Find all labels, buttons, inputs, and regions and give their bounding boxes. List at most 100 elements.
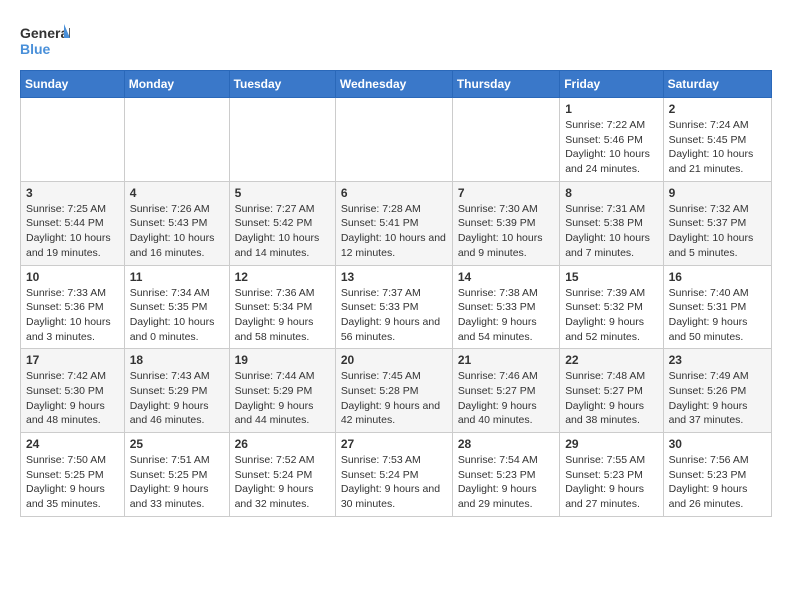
day-number: 20 xyxy=(341,353,447,367)
calendar-cell: 16Sunrise: 7:40 AMSunset: 5:31 PMDayligh… xyxy=(663,265,771,349)
day-info: Sunrise: 7:49 AMSunset: 5:26 PMDaylight:… xyxy=(669,369,766,428)
day-number: 7 xyxy=(458,186,554,200)
calendar-cell: 17 Sunrise: 7:42 AMSunset: 5:30 PMDayligh… xyxy=(21,349,125,433)
day-number: 6 xyxy=(341,186,447,200)
day-info: Sunrise: 7:25 AMSunset: 5:44 PMDaylight:… xyxy=(26,202,119,261)
week-row-2: 3 Sunrise: 7:25 AMSunset: 5:44 PMDaylight… xyxy=(21,181,772,265)
day-number: 28 xyxy=(458,437,554,451)
day-info: Sunrise: 7:48 AMSunset: 5:27 PMDaylight:… xyxy=(565,369,657,428)
calendar-cell: 14 Sunrise: 7:38 AMSunset: 5:33 PMDayligh… xyxy=(452,265,559,349)
day-number: 5 xyxy=(235,186,330,200)
day-info: Sunrise: 7:54 AMSunset: 5:23 PMDaylight:… xyxy=(458,453,554,512)
calendar-cell: 11 Sunrise: 7:34 AMSunset: 5:35 PMDayligh… xyxy=(124,265,229,349)
calendar-cell: 22 Sunrise: 7:48 AMSunset: 5:27 PMDayligh… xyxy=(560,349,663,433)
logo-svg: General Blue xyxy=(20,20,70,60)
calendar-cell xyxy=(21,98,125,182)
day-number: 4 xyxy=(130,186,224,200)
day-number: 26 xyxy=(235,437,330,451)
day-info: Sunrise: 7:37 AMSunset: 5:33 PMDaylight:… xyxy=(341,286,447,345)
calendar-cell: 21 Sunrise: 7:46 AMSunset: 5:27 PMDayligh… xyxy=(452,349,559,433)
day-number: 15 xyxy=(565,270,657,284)
weekday-header-tuesday: Tuesday xyxy=(229,71,335,98)
day-info: Sunrise: 7:24 AMSunset: 5:45 PMDaylight:… xyxy=(669,118,766,177)
calendar-cell: 23 Sunrise: 7:49 AMSunset: 5:26 PMDayligh… xyxy=(663,349,771,433)
day-number: 8 xyxy=(565,186,657,200)
svg-text:General: General xyxy=(20,25,70,41)
day-info: Sunrise: 7:27 AMSunset: 5:42 PMDaylight:… xyxy=(235,202,330,261)
weekday-header-wednesday: Wednesday xyxy=(335,71,452,98)
day-number: 9 xyxy=(669,186,766,200)
calendar-cell: 18Sunrise: 7:43 AMSunset: 5:29 PMDayligh… xyxy=(124,349,229,433)
day-number: 27 xyxy=(341,437,447,451)
day-number: 19 xyxy=(235,353,330,367)
day-info: Sunrise: 7:33 AMSunset: 5:36 PMDaylight:… xyxy=(26,286,119,345)
day-number: 18 xyxy=(130,353,224,367)
day-info: Sunrise: 7:34 AMSunset: 5:35 PMDaylight:… xyxy=(130,286,224,345)
weekday-header-monday: Monday xyxy=(124,71,229,98)
day-info: Sunrise: 7:40 AMSunset: 5:31 PMDaylight:… xyxy=(669,286,766,345)
day-number: 17 xyxy=(26,353,119,367)
calendar-cell: 8 Sunrise: 7:31 AMSunset: 5:38 PMDaylight… xyxy=(560,181,663,265)
calendar-cell: 5 Sunrise: 7:27 AMSunset: 5:42 PMDaylight… xyxy=(229,181,335,265)
calendar-cell: 7 Sunrise: 7:30 AMSunset: 5:39 PMDaylight… xyxy=(452,181,559,265)
day-number: 22 xyxy=(565,353,657,367)
day-number: 12 xyxy=(235,270,330,284)
day-info: Sunrise: 7:39 AMSunset: 5:32 PMDaylight:… xyxy=(565,286,657,345)
day-info: Sunrise: 7:31 AMSunset: 5:38 PMDaylight:… xyxy=(565,202,657,261)
week-row-4: 17 Sunrise: 7:42 AMSunset: 5:30 PMDayligh… xyxy=(21,349,772,433)
calendar-cell: 19 Sunrise: 7:44 AMSunset: 5:29 PMDayligh… xyxy=(229,349,335,433)
day-number: 2 xyxy=(669,102,766,116)
calendar-cell: 28 Sunrise: 7:54 AMSunset: 5:23 PMDayligh… xyxy=(452,433,559,517)
day-info: Sunrise: 7:50 AMSunset: 5:25 PMDaylight:… xyxy=(26,453,119,512)
day-info: Sunrise: 7:44 AMSunset: 5:29 PMDaylight:… xyxy=(235,369,330,428)
day-info: Sunrise: 7:28 AMSunset: 5:41 PMDaylight:… xyxy=(341,202,447,261)
week-row-1: 1 Sunrise: 7:22 AMSunset: 5:46 PMDaylight… xyxy=(21,98,772,182)
weekday-header-row: SundayMondayTuesdayWednesdayThursdayFrid… xyxy=(21,71,772,98)
calendar-cell: 4 Sunrise: 7:26 AMSunset: 5:43 PMDaylight… xyxy=(124,181,229,265)
day-number: 23 xyxy=(669,353,766,367)
calendar-cell: 2 Sunrise: 7:24 AMSunset: 5:45 PMDaylight… xyxy=(663,98,771,182)
day-info: Sunrise: 7:38 AMSunset: 5:33 PMDaylight:… xyxy=(458,286,554,345)
day-info: Sunrise: 7:32 AMSunset: 5:37 PMDaylight:… xyxy=(669,202,766,261)
calendar-cell: 29Sunrise: 7:55 AMSunset: 5:23 PMDayligh… xyxy=(560,433,663,517)
weekday-header-friday: Friday xyxy=(560,71,663,98)
day-info: Sunrise: 7:36 AMSunset: 5:34 PMDaylight:… xyxy=(235,286,330,345)
weekday-header-sunday: Sunday xyxy=(21,71,125,98)
day-number: 21 xyxy=(458,353,554,367)
day-info: Sunrise: 7:42 AMSunset: 5:30 PMDaylight:… xyxy=(26,369,119,428)
day-info: Sunrise: 7:30 AMSunset: 5:39 PMDaylight:… xyxy=(458,202,554,261)
svg-text:Blue: Blue xyxy=(20,41,51,57)
day-number: 13 xyxy=(341,270,447,284)
calendar-cell: 12 Sunrise: 7:36 AMSunset: 5:34 PMDayligh… xyxy=(229,265,335,349)
week-row-5: 24 Sunrise: 7:50 AMSunset: 5:25 PMDayligh… xyxy=(21,433,772,517)
calendar-cell xyxy=(335,98,452,182)
day-info: Sunrise: 7:56 AMSunset: 5:23 PMDaylight:… xyxy=(669,453,766,512)
calendar-cell xyxy=(124,98,229,182)
day-info: Sunrise: 7:22 AMSunset: 5:46 PMDaylight:… xyxy=(565,118,657,177)
calendar-cell: 9 Sunrise: 7:32 AMSunset: 5:37 PMDaylight… xyxy=(663,181,771,265)
calendar-cell: 6 Sunrise: 7:28 AMSunset: 5:41 PMDaylight… xyxy=(335,181,452,265)
day-info: Sunrise: 7:26 AMSunset: 5:43 PMDaylight:… xyxy=(130,202,224,261)
weekday-header-thursday: Thursday xyxy=(452,71,559,98)
day-number: 11 xyxy=(130,270,224,284)
calendar-cell: 20Sunrise: 7:45 AMSunset: 5:28 PMDayligh… xyxy=(335,349,452,433)
logo: General Blue xyxy=(20,20,70,60)
day-info: Sunrise: 7:46 AMSunset: 5:27 PMDaylight:… xyxy=(458,369,554,428)
calendar-cell: 15 Sunrise: 7:39 AMSunset: 5:32 PMDayligh… xyxy=(560,265,663,349)
day-number: 1 xyxy=(565,102,657,116)
day-number: 3 xyxy=(26,186,119,200)
calendar-cell: 24 Sunrise: 7:50 AMSunset: 5:25 PMDayligh… xyxy=(21,433,125,517)
day-number: 14 xyxy=(458,270,554,284)
day-info: Sunrise: 7:55 AMSunset: 5:23 PMDaylight:… xyxy=(565,453,657,512)
calendar-table: SundayMondayTuesdayWednesdayThursdayFrid… xyxy=(20,70,772,517)
day-info: Sunrise: 7:52 AMSunset: 5:24 PMDaylight:… xyxy=(235,453,330,512)
calendar-cell xyxy=(229,98,335,182)
calendar-cell: 3 Sunrise: 7:25 AMSunset: 5:44 PMDaylight… xyxy=(21,181,125,265)
week-row-3: 10Sunrise: 7:33 AMSunset: 5:36 PMDayligh… xyxy=(21,265,772,349)
day-number: 24 xyxy=(26,437,119,451)
calendar-cell: 1 Sunrise: 7:22 AMSunset: 5:46 PMDaylight… xyxy=(560,98,663,182)
calendar-cell: 27Sunrise: 7:53 AMSunset: 5:24 PMDayligh… xyxy=(335,433,452,517)
calendar-cell: 10Sunrise: 7:33 AMSunset: 5:36 PMDayligh… xyxy=(21,265,125,349)
day-number: 25 xyxy=(130,437,224,451)
calendar-cell: 13 Sunrise: 7:37 AMSunset: 5:33 PMDayligh… xyxy=(335,265,452,349)
